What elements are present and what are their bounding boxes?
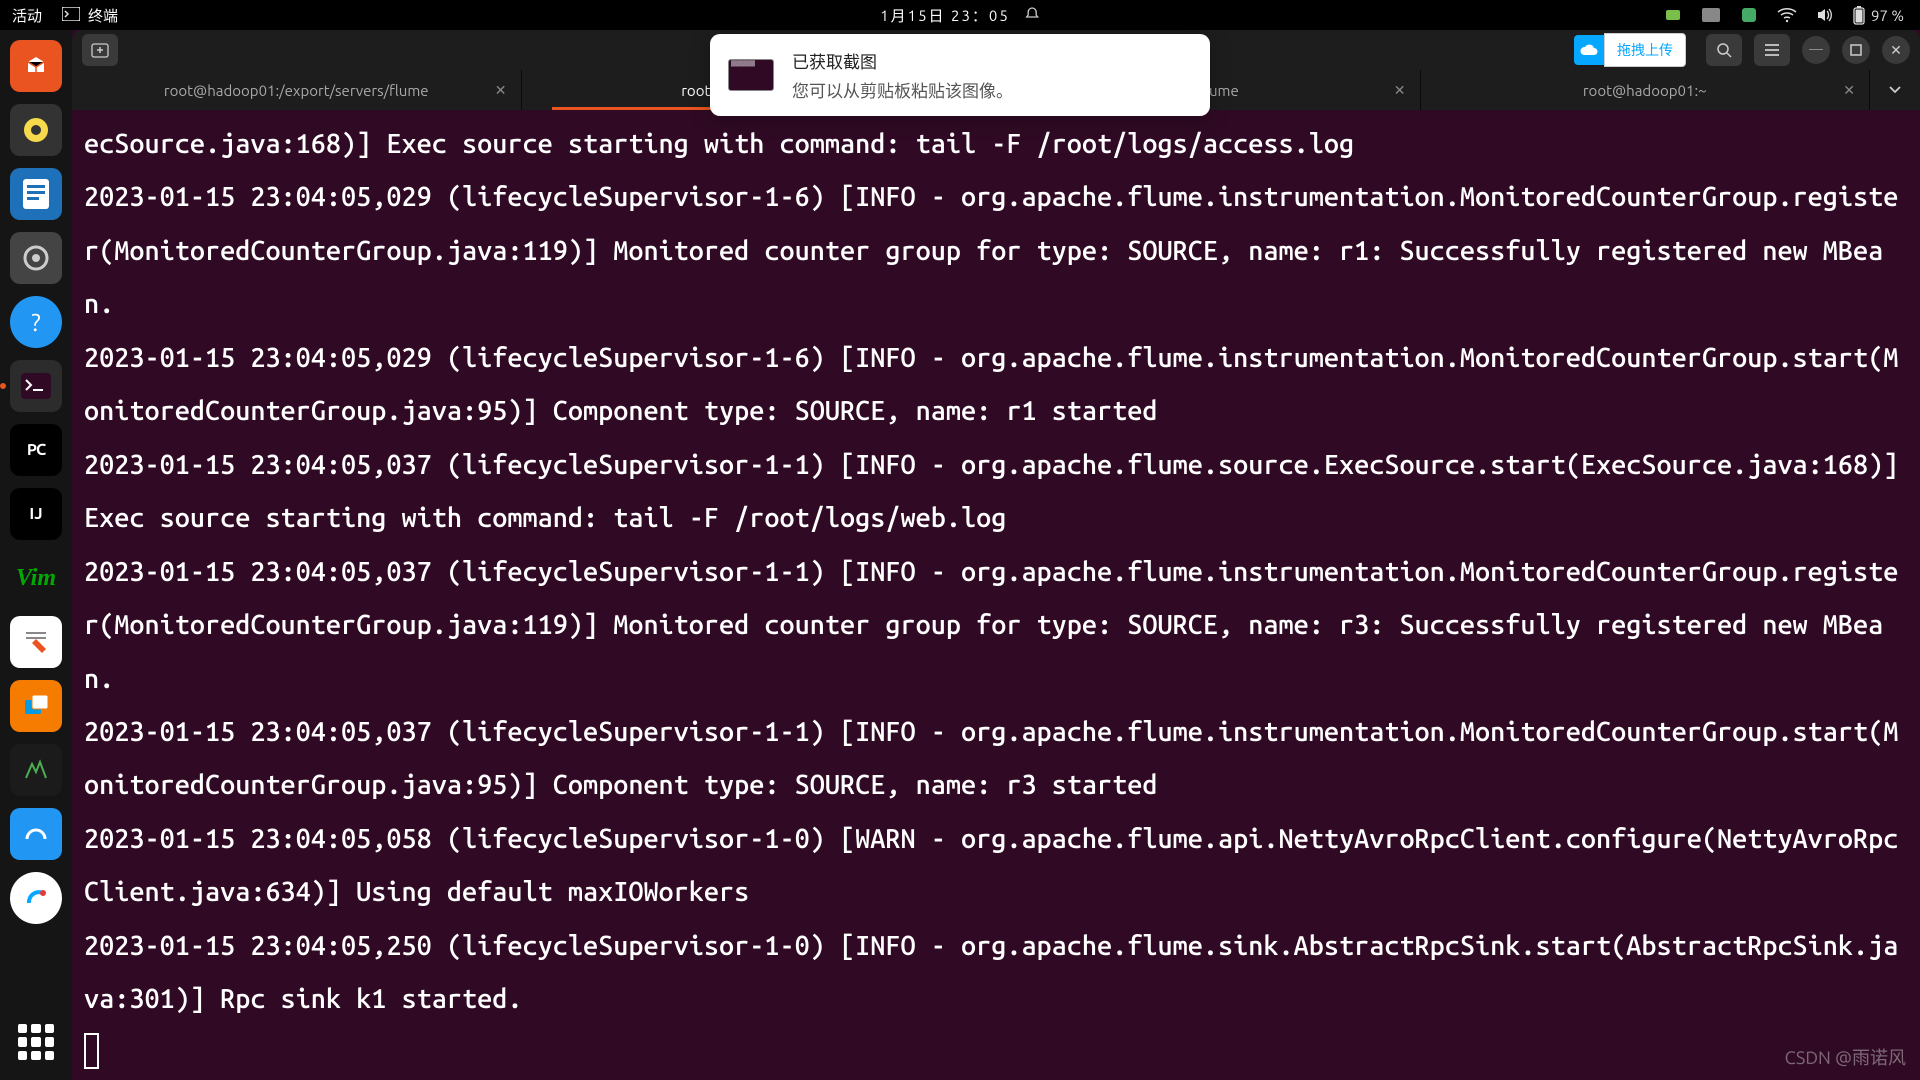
maximize-button[interactable]: [1842, 36, 1870, 64]
notification-bell-icon: [1024, 6, 1040, 25]
tab-1[interactable]: root@hadoop01:/export/servers/flume ✕: [72, 70, 522, 110]
dock-vmware[interactable]: [10, 680, 62, 732]
tab-label: root@hadoop01:/export/servers/flume: [164, 82, 429, 99]
tray-icon-3[interactable]: [1739, 5, 1759, 25]
current-app[interactable]: 终端: [62, 5, 118, 26]
top-panel: 活动 终端 1月15日 23：05 97 %: [0, 0, 1920, 30]
datetime-text: 1月15日 23：05: [880, 5, 1010, 26]
tab-dropdown[interactable]: [1870, 70, 1920, 110]
cursor: [84, 1033, 99, 1069]
dock-software-center[interactable]: [10, 40, 62, 92]
dock-intellij[interactable]: IJ: [10, 488, 62, 540]
terminal-icon: [62, 7, 80, 24]
upload-label: 拖拽上传: [1604, 33, 1686, 67]
notification-message: 您可以从剪贴板粘贴该图像。: [792, 77, 1013, 102]
activities-button[interactable]: 活动: [12, 5, 42, 26]
battery-text: 97 %: [1871, 7, 1904, 24]
notification-thumbnail: ▓▓▓▓: [728, 59, 774, 91]
tray-icon-2[interactable]: [1701, 5, 1721, 25]
clock[interactable]: 1月15日 23：05: [880, 5, 1040, 26]
tray-icon-1[interactable]: [1663, 5, 1683, 25]
wifi-icon[interactable]: [1777, 5, 1797, 25]
menu-button[interactable]: [1754, 34, 1790, 66]
tab-label: root@hadoop01:~: [1583, 82, 1707, 99]
terminal-output: ecSource.java:168)] Exec source starting…: [84, 118, 1908, 1027]
battery-indicator[interactable]: 97 %: [1853, 5, 1904, 25]
dock-settings[interactable]: [10, 232, 62, 284]
notification-title: 已获取截图: [792, 48, 1013, 73]
dock-gedit[interactable]: [10, 616, 62, 668]
dock-libreoffice[interactable]: [10, 168, 62, 220]
dock-app-2[interactable]: [10, 808, 62, 860]
close-icon[interactable]: ✕: [1843, 82, 1855, 99]
dock-pycharm[interactable]: PC: [10, 424, 62, 476]
minimize-button[interactable]: ─: [1802, 36, 1830, 64]
dock-vim[interactable]: Vim: [10, 552, 62, 604]
dock-rhythmbox[interactable]: [10, 104, 62, 156]
dock-terminal[interactable]: [10, 360, 62, 412]
dock-baidu[interactable]: [10, 872, 62, 924]
dock-app-1[interactable]: [10, 744, 62, 796]
volume-icon[interactable]: [1815, 5, 1835, 25]
dock-help[interactable]: ?: [10, 296, 62, 348]
search-button[interactable]: [1706, 34, 1742, 66]
tab-4[interactable]: root@hadoop01:~ ✕: [1421, 70, 1871, 110]
close-icon[interactable]: ✕: [1394, 82, 1406, 99]
terminal-window: 拖拽上传 ─ ✕ root@hadoop01:/export/servers/f…: [72, 30, 1920, 1080]
new-tab-button[interactable]: [82, 34, 118, 66]
terminal-body[interactable]: ecSource.java:168)] Exec source starting…: [72, 110, 1920, 1080]
dock: ? PC IJ Vim: [0, 30, 72, 1080]
screenshot-notification[interactable]: ▓▓▓▓ 已获取截图 您可以从剪贴板粘贴该图像。: [710, 34, 1210, 116]
cloud-icon: [1574, 35, 1604, 65]
close-button[interactable]: ✕: [1882, 36, 1910, 64]
dock-show-apps[interactable]: [10, 1016, 62, 1068]
upload-widget[interactable]: 拖拽上传: [1574, 33, 1686, 67]
app-name: 终端: [88, 5, 118, 26]
watermark: CSDN @雨诺风: [1785, 1044, 1906, 1070]
close-icon[interactable]: ✕: [495, 82, 507, 99]
